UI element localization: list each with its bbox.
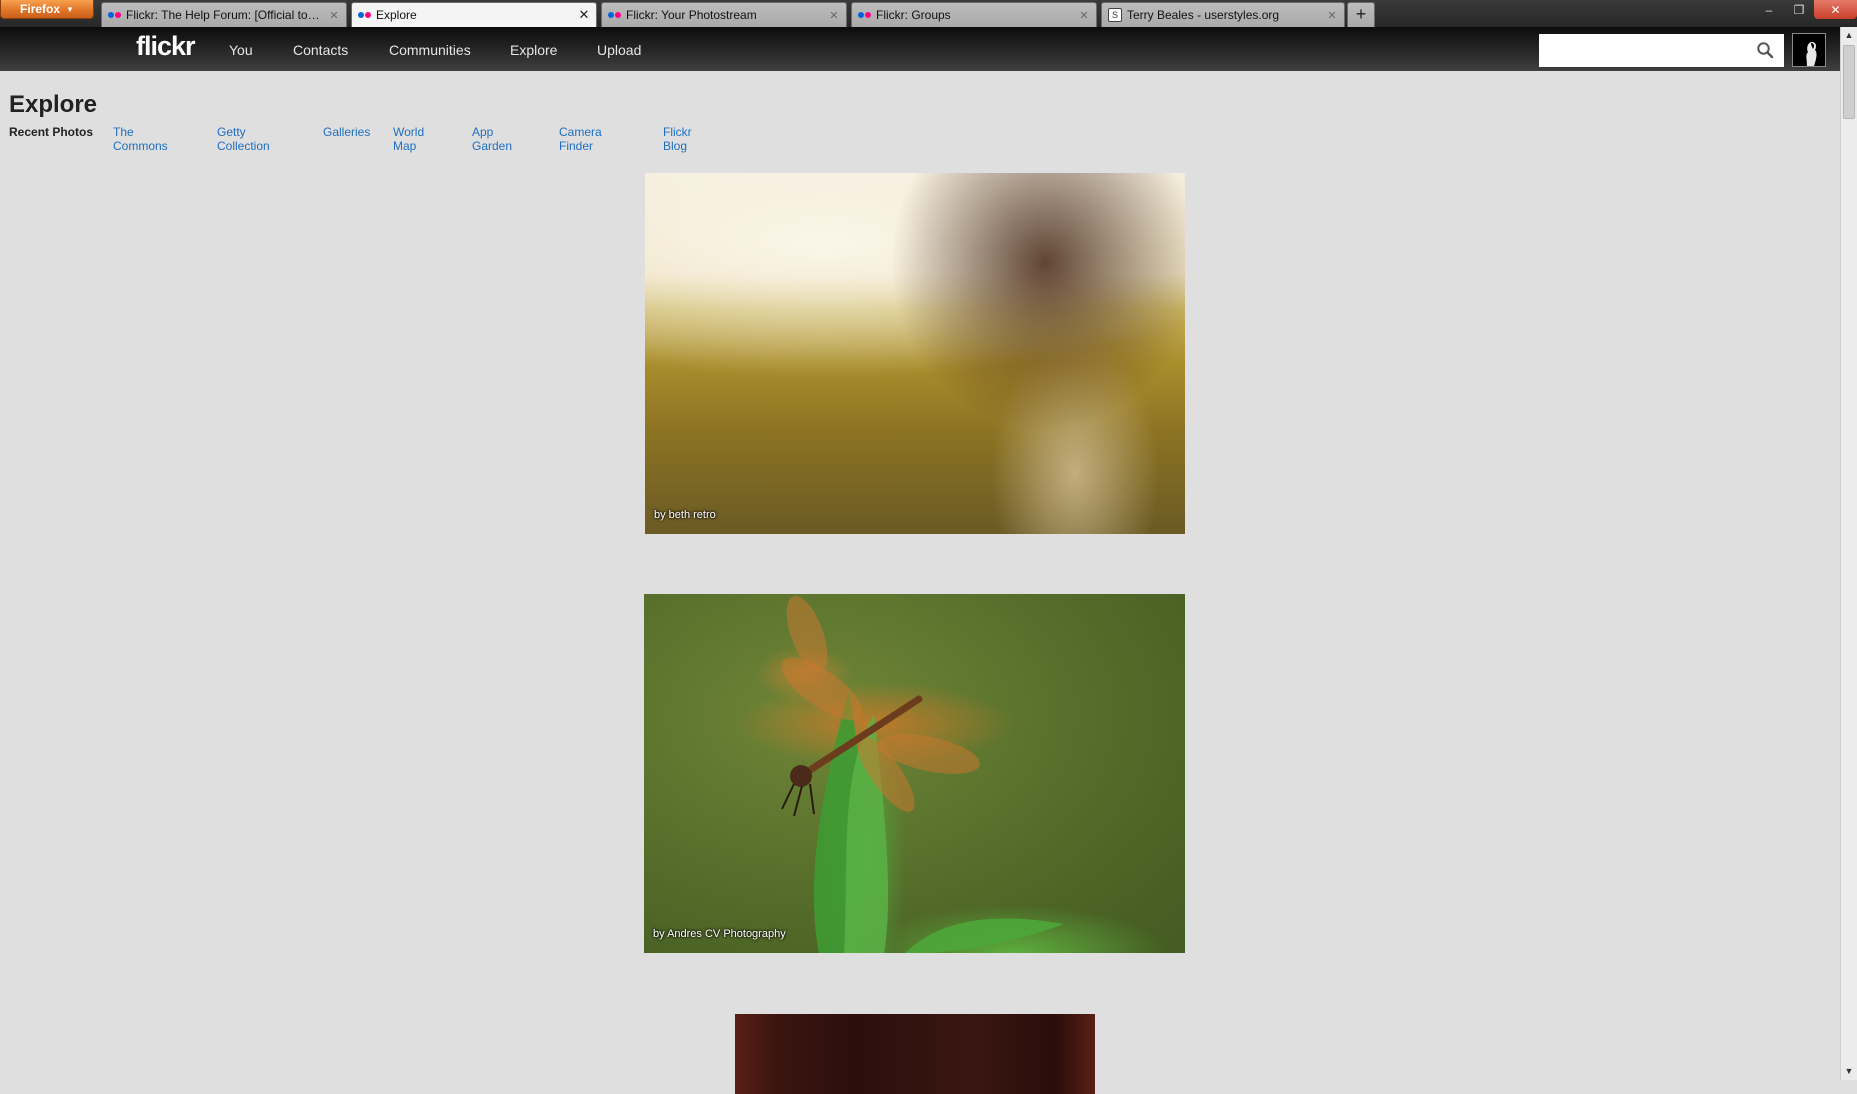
tab-groups[interactable]: Flickr: Groups ✕ (851, 2, 1097, 27)
restore-icon: ❐ (1793, 2, 1805, 17)
tab-explore[interactable]: Explore ✕ (351, 2, 597, 27)
close-window-button[interactable]: ✕ (1814, 0, 1857, 19)
minimize-icon: ‒ (1765, 2, 1773, 17)
close-icon: ✕ (1830, 2, 1841, 17)
restore-button[interactable]: ❐ (1784, 0, 1814, 19)
scrollbar-thumb[interactable] (1843, 45, 1855, 119)
subnav-recent-photos: Recent Photos (9, 125, 94, 139)
nav-explore[interactable]: Explore (510, 42, 557, 58)
flickr-dots-icon (358, 12, 371, 18)
photo-credit[interactable]: by Andres CV Photography (653, 928, 786, 940)
tab-title: Flickr: Groups (876, 8, 951, 22)
chevron-down-icon: ▼ (66, 4, 74, 14)
site-header: flickr You Contacts Communities Explore … (0, 27, 1857, 71)
tab-title: Explore (376, 8, 417, 22)
subnav-flickr-blog[interactable]: Flickr Blog (663, 125, 692, 153)
avatar-silhouette-icon (1793, 34, 1825, 66)
page-scrollbar[interactable]: ▲ ▼ (1840, 27, 1857, 1080)
explore-photo[interactable]: by Andres CV Photography (644, 594, 1185, 953)
browser-tab-strip: Firefox ▼ Flickr: The Help Forum: [Offic… (0, 0, 1857, 27)
tab-userstyles[interactable]: S Terry Beales - userstyles.org ✕ (1101, 2, 1345, 27)
close-icon[interactable]: ✕ (1078, 9, 1090, 22)
explore-photo[interactable] (735, 1014, 1095, 1094)
search-icon[interactable] (1756, 41, 1774, 59)
tab-title: Flickr: Your Photostream (626, 8, 757, 22)
minimize-button[interactable]: ‒ (1754, 0, 1784, 19)
page-title: Explore (9, 91, 98, 118)
dragonfly-illustration (781, 596, 1064, 953)
close-icon[interactable]: ✕ (578, 7, 590, 23)
subnav-galleries[interactable]: Galleries (323, 125, 370, 139)
scroll-down-icon[interactable]: ▼ (1841, 1063, 1857, 1080)
firefox-menu-label: Firefox (20, 2, 61, 16)
flickr-dots-icon (608, 12, 621, 18)
subnav-world-map[interactable]: World Map (393, 125, 424, 153)
plus-icon: + (1355, 4, 1367, 24)
firefox-menu-button[interactable]: Firefox ▼ (0, 0, 94, 19)
tab-help-forum[interactable]: Flickr: The Help Forum: [Official topic.… (101, 2, 347, 27)
scroll-up-icon[interactable]: ▲ (1841, 27, 1857, 44)
new-tab-button[interactable]: + (1347, 2, 1375, 27)
photo-credit[interactable]: by beth retro (654, 509, 716, 521)
avatar[interactable] (1792, 33, 1826, 67)
subnav-the-commons[interactable]: The Commons (113, 125, 168, 153)
close-icon[interactable]: ✕ (828, 9, 840, 22)
nav-upload[interactable]: Upload (597, 42, 641, 58)
nav-contacts[interactable]: Contacts (293, 42, 348, 58)
userstyles-icon: S (1108, 8, 1122, 22)
subnav-app-garden[interactable]: App Garden (472, 125, 512, 153)
nav-you[interactable]: You (229, 42, 253, 58)
close-icon[interactable]: ✕ (328, 9, 340, 22)
tab-photostream[interactable]: Flickr: Your Photostream ✕ (601, 2, 847, 27)
subnav-camera-finder[interactable]: Camera Finder (559, 125, 602, 153)
flickr-dots-icon (108, 12, 121, 18)
flickr-logo[interactable]: flickr (136, 31, 196, 62)
nav-communities[interactable]: Communities (389, 42, 471, 58)
subnav-getty-collection[interactable]: Getty Collection (217, 125, 270, 153)
tab-title: Terry Beales - userstyles.org (1127, 8, 1280, 22)
tab-title: Flickr: The Help Forum: [Official topic.… (126, 8, 323, 22)
close-icon[interactable]: ✕ (1326, 9, 1338, 22)
flickr-dots-icon (858, 12, 871, 18)
search-input[interactable] (1539, 34, 1784, 67)
explore-photo[interactable]: by beth retro (645, 173, 1185, 534)
